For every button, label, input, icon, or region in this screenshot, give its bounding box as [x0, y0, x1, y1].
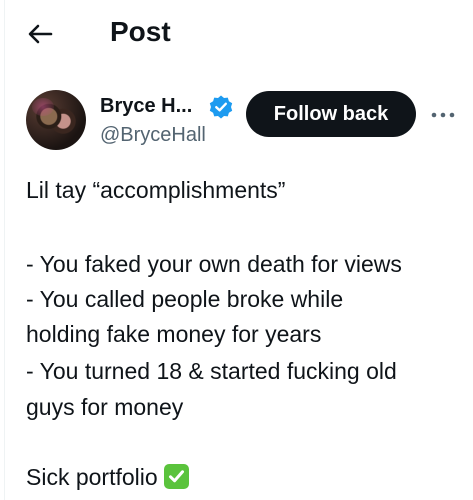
post-header: Post	[0, 0, 473, 68]
post-text-line: - You faked your own death for views	[26, 251, 402, 277]
post-text-line: Sick portfolio	[26, 464, 158, 490]
verified-badge-icon[interactable]	[208, 94, 234, 120]
post-text-line: - You called people broke while	[26, 286, 344, 312]
post-text-line: Lil tay “accomplishments”	[26, 177, 286, 203]
back-button[interactable]	[24, 18, 56, 50]
author-display-name[interactable]: Bryce H...	[100, 95, 192, 118]
page-title: Post	[110, 16, 171, 47]
arrow-left-icon	[28, 24, 53, 44]
post-text-line: - You turned 18 & started fucking old	[26, 358, 397, 384]
post-text-line: holding fake money for years	[26, 321, 322, 347]
check-mark-button-emoji	[163, 464, 189, 489]
more-horizontal-icon[interactable]	[430, 110, 456, 120]
post-text-line-final: Sick portfolio	[26, 462, 189, 492]
author-handle[interactable]: @BryceHall	[100, 124, 206, 147]
follow-back-button[interactable]: Follow back	[246, 91, 416, 137]
post-text-line: guys for money	[26, 394, 184, 420]
timeline-border	[4, 0, 5, 500]
avatar-photo-detail	[32, 98, 54, 116]
avatar[interactable]	[26, 90, 86, 150]
